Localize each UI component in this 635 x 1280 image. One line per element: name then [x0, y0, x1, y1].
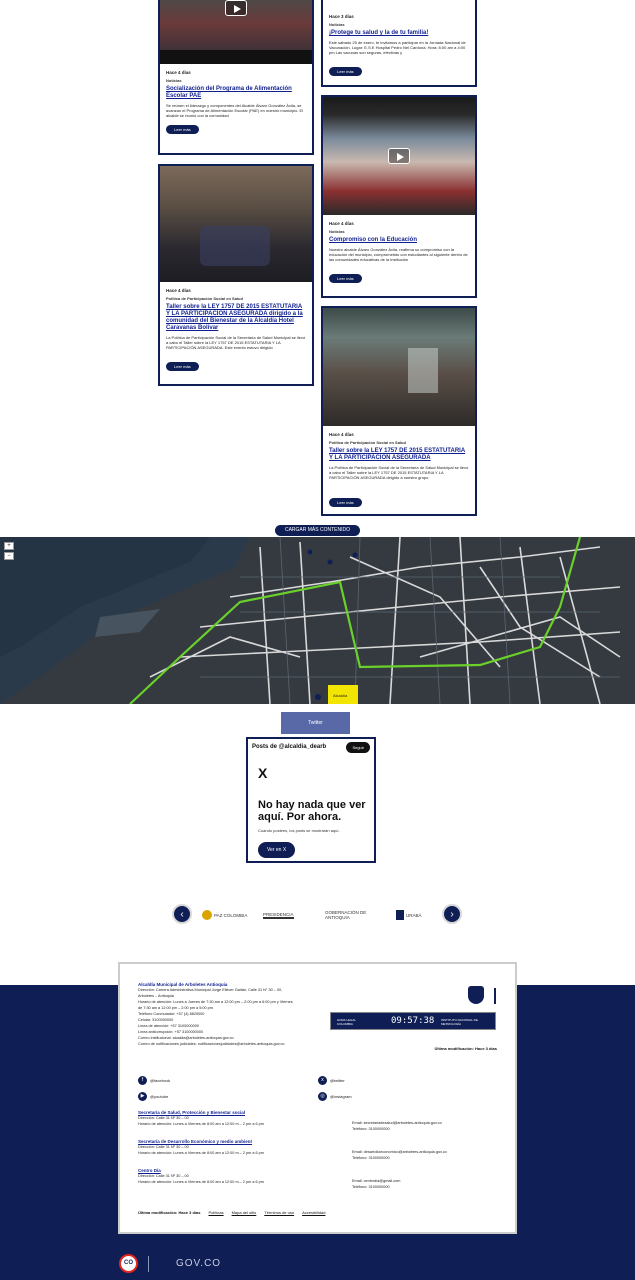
- partner-logo[interactable]: PRESIDENCIA: [263, 907, 294, 923]
- instagram-icon: ◎: [318, 1092, 327, 1101]
- news-card[interactable]: Hace 4 días Noticias Compromiso con la E…: [321, 95, 477, 298]
- card-title[interactable]: Socialización del Programa de Alimentaci…: [166, 86, 306, 100]
- card-title[interactable]: Compromiso con la Educación: [329, 237, 469, 244]
- card-video[interactable]: [160, 0, 312, 64]
- card-date: Hace 4 días: [166, 70, 191, 75]
- load-more-button[interactable]: CARGAR MÁS CONTENIDO: [275, 525, 360, 536]
- footer-bottom-links: Última modificación: Hace 3 días Polític…: [138, 1210, 326, 1215]
- news-card[interactable]: Hace 4 días Política de Participación So…: [158, 164, 314, 386]
- card-description: Este sábado 25 de enero, te invitamos a …: [329, 40, 466, 55]
- twitter-embed: Posts de @alcaldia_dearb Seguir X No hay…: [246, 737, 376, 863]
- read-more-button[interactable]: Leer más: [329, 274, 362, 283]
- clock-time: 09:57:38: [391, 1016, 435, 1026]
- view-on-x-button[interactable]: Ver en X: [258, 842, 296, 858]
- empty-state-title: No hay nada que ver aquí. Por ahora.: [258, 799, 366, 823]
- card-title[interactable]: ¡Protege tu salud y la de tu familia!: [329, 30, 469, 37]
- card-category: Noticias: [166, 78, 182, 83]
- card-title[interactable]: Taller sobre la LEY 1757 DE 2015 ESTATUT…: [166, 304, 306, 332]
- secretariat-section: Secretaría de Desarrollo Económico y med…: [138, 1139, 447, 1160]
- card-video[interactable]: [323, 97, 475, 215]
- secretariat-section: Centro Día Dirección: Calle 31 Nº 30 – 0…: [138, 1168, 401, 1189]
- govco-bar: CO GOV.CO: [0, 1248, 635, 1280]
- social-youtube[interactable]: ▶ @youtube: [138, 1092, 168, 1101]
- legal-time-clock: HORA LEGAL COLOMBIA 09:57:38 INSTITUTO N…: [330, 1012, 496, 1030]
- card-image: [160, 166, 312, 282]
- card-title[interactable]: Taller sobre la LEY 1757 DE 2015 ESTATUT…: [329, 448, 469, 462]
- empty-state-subtitle: Cuando postees, los posts se mostrarán a…: [258, 828, 340, 833]
- card-date: Hace 4 días: [329, 221, 354, 226]
- zoom-in-button[interactable]: +: [4, 542, 14, 550]
- youtube-icon: ▶: [138, 1092, 147, 1101]
- play-icon[interactable]: [388, 148, 410, 164]
- footer-line: Correo de notificaciones judiciales: not…: [138, 1042, 285, 1046]
- secretariat-section: Secretaría de Salud, Protección y Bienes…: [138, 1110, 442, 1131]
- logo-mark-icon: [396, 910, 404, 920]
- read-more-button[interactable]: Leer más: [166, 125, 199, 134]
- last-modified: Última modificación: Hace 3 días: [434, 1046, 497, 1051]
- news-card[interactable]: Hace 4 días Política de Participación So…: [321, 306, 477, 516]
- card-category: Noticias: [329, 22, 345, 27]
- logo-mark-icon: [202, 910, 212, 920]
- card-description: Nuestro alcalde Álvaro González Ávila, r…: [329, 247, 468, 262]
- card-image: [323, 308, 475, 426]
- footer-card: Alcaldía Municipal de Arboletes Antioqui…: [118, 962, 517, 1234]
- twitter-icon: x: [318, 1076, 327, 1085]
- read-more-button[interactable]: Leer más: [166, 362, 199, 371]
- read-more-button[interactable]: Leer más: [329, 67, 362, 76]
- card-category: Noticias: [329, 229, 345, 234]
- govco-divider: [148, 1256, 149, 1272]
- card-description: Se reúnen el liderazgo y componentes del…: [166, 103, 304, 118]
- card-category: Política de Participación Social en Salu…: [166, 296, 243, 301]
- follow-button[interactable]: Seguir: [346, 742, 370, 753]
- read-more-button[interactable]: Leer más: [329, 498, 362, 507]
- twitter-header: Posts de @alcaldia_dearb: [252, 744, 327, 750]
- play-icon[interactable]: [225, 0, 247, 16]
- map-label: Alcaldía: [333, 693, 348, 698]
- card-description: La Política de Participación Social de l…: [329, 465, 469, 480]
- zoom-out-button[interactable]: −: [4, 552, 14, 560]
- partner-logo[interactable]: URABÁ: [396, 907, 422, 923]
- carousel-next-button[interactable]: ›: [442, 904, 462, 924]
- card-date: Hace 3 días: [329, 14, 354, 19]
- map[interactable]: Alcaldía + −: [0, 537, 635, 704]
- facebook-icon: f: [138, 1076, 147, 1085]
- x-logo-icon: X: [258, 765, 268, 781]
- card-date: Hace 4 días: [166, 288, 191, 293]
- social-facebook[interactable]: f @facebook: [138, 1076, 170, 1085]
- card-date: Hace 4 días: [329, 432, 354, 437]
- partner-logo[interactable]: GOBERNACIÓN DE ANTIOQUIA: [325, 907, 375, 923]
- news-card[interactable]: Hace 3 días Noticias ¡Protege tu salud y…: [321, 0, 477, 87]
- divider: [494, 988, 496, 1004]
- co-badge-icon: CO: [119, 1254, 138, 1273]
- social-twitter[interactable]: x @twitter: [318, 1076, 345, 1085]
- card-category: Política de Participación Social en Salu…: [329, 440, 406, 445]
- govco-link[interactable]: GOV.CO: [176, 1258, 221, 1269]
- social-instagram[interactable]: ◎ @instagram: [318, 1092, 352, 1101]
- card-description: La Política de Participación Social de l…: [166, 335, 306, 350]
- partner-logo[interactable]: PAZ COLOMBIA: [202, 907, 247, 923]
- tab-twitter[interactable]: Twitter: [281, 712, 350, 734]
- map-canvas[interactable]: Alcaldía: [0, 537, 635, 704]
- carousel-prev-button[interactable]: ‹: [172, 904, 192, 924]
- news-card[interactable]: Hace 4 días Noticias Socialización del P…: [158, 0, 314, 155]
- coat-of-arms-icon: [468, 986, 484, 1004]
